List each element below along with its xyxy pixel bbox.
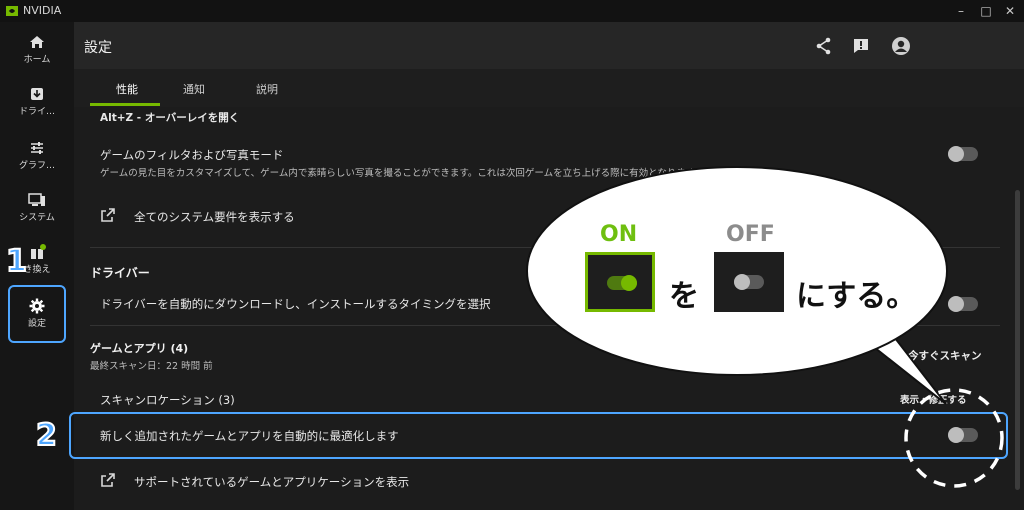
instruction-particle: を (669, 279, 699, 314)
toggle-knob (734, 274, 750, 290)
callout-graphic (526, 166, 1004, 488)
demo-toggle-off (734, 274, 764, 290)
toggle-knob (621, 275, 637, 291)
on-label: ON (600, 222, 638, 247)
on-toggle-demo (585, 252, 655, 312)
off-toggle-demo (714, 252, 784, 312)
off-label: OFF (726, 222, 775, 247)
demo-toggle-on (607, 275, 637, 291)
toggle-circle-marker (904, 388, 1004, 488)
instruction-text: にする。 (796, 279, 917, 314)
